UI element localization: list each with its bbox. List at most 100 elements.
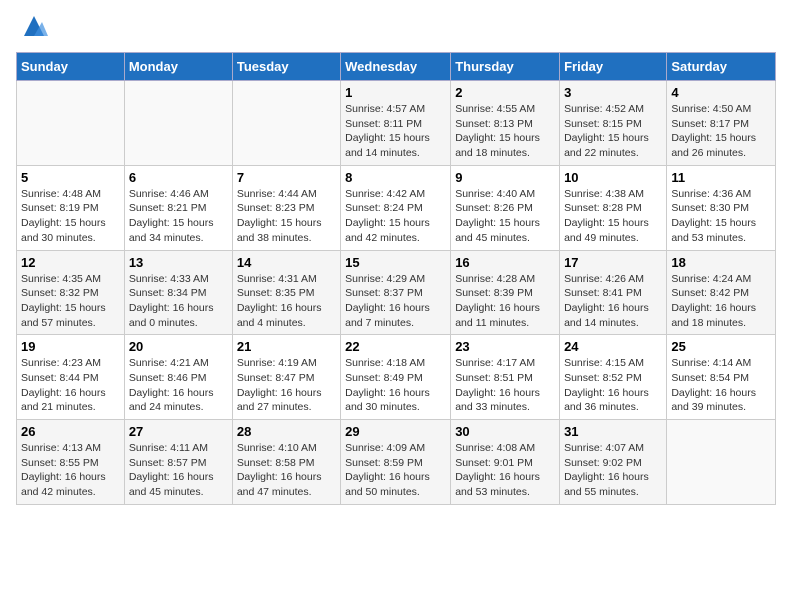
sunrise-text: Sunrise: 4:50 AM xyxy=(671,103,751,115)
day-number: 24 xyxy=(564,339,662,354)
daylight-text: Daylight: 15 hours and 42 minutes. xyxy=(345,217,430,244)
sunset-text: Sunset: 8:32 PM xyxy=(21,287,99,299)
calendar-cell: 2Sunrise: 4:55 AMSunset: 8:13 PMDaylight… xyxy=(451,81,560,166)
sunset-text: Sunset: 8:15 PM xyxy=(564,118,642,130)
calendar-cell: 19Sunrise: 4:23 AMSunset: 8:44 PMDayligh… xyxy=(17,335,125,420)
daylight-text: Daylight: 16 hours and 11 minutes. xyxy=(455,302,540,329)
sunrise-text: Sunrise: 4:44 AM xyxy=(237,188,317,200)
sunrise-text: Sunrise: 4:09 AM xyxy=(345,442,425,454)
sunrise-text: Sunrise: 4:46 AM xyxy=(129,188,209,200)
calendar-cell: 10Sunrise: 4:38 AMSunset: 8:28 PMDayligh… xyxy=(560,165,667,250)
day-info: Sunrise: 4:21 AMSunset: 8:46 PMDaylight:… xyxy=(129,356,228,415)
day-info: Sunrise: 4:28 AMSunset: 8:39 PMDaylight:… xyxy=(455,272,555,331)
sunset-text: Sunset: 8:41 PM xyxy=(564,287,642,299)
day-info: Sunrise: 4:23 AMSunset: 8:44 PMDaylight:… xyxy=(21,356,120,415)
day-number: 1 xyxy=(345,85,446,100)
sunset-text: Sunset: 8:51 PM xyxy=(455,372,533,384)
day-number: 3 xyxy=(564,85,662,100)
calendar-cell: 1Sunrise: 4:57 AMSunset: 8:11 PMDaylight… xyxy=(341,81,451,166)
day-info: Sunrise: 4:33 AMSunset: 8:34 PMDaylight:… xyxy=(129,272,228,331)
sunrise-text: Sunrise: 4:24 AM xyxy=(671,273,751,285)
calendar-cell: 13Sunrise: 4:33 AMSunset: 8:34 PMDayligh… xyxy=(124,250,232,335)
sunrise-text: Sunrise: 4:48 AM xyxy=(21,188,101,200)
page-header xyxy=(16,16,776,40)
day-number: 9 xyxy=(455,170,555,185)
day-number: 25 xyxy=(671,339,771,354)
sunrise-text: Sunrise: 4:40 AM xyxy=(455,188,535,200)
daylight-text: Daylight: 16 hours and 24 minutes. xyxy=(129,387,214,414)
day-number: 23 xyxy=(455,339,555,354)
sunrise-text: Sunrise: 4:42 AM xyxy=(345,188,425,200)
day-info: Sunrise: 4:11 AMSunset: 8:57 PMDaylight:… xyxy=(129,441,228,500)
sunset-text: Sunset: 8:42 PM xyxy=(671,287,749,299)
calendar-cell: 17Sunrise: 4:26 AMSunset: 8:41 PMDayligh… xyxy=(560,250,667,335)
sunset-text: Sunset: 8:59 PM xyxy=(345,457,423,469)
calendar-cell: 27 Sunrise: 4:11 AMSunset: 8:57 PMDayligh… xyxy=(124,420,232,505)
sunset-text: Sunset: 8:58 PM xyxy=(237,457,315,469)
sunrise-text: Sunrise: 4:26 AM xyxy=(564,273,644,285)
day-info: Sunrise: 4:48 AMSunset: 8:19 PMDaylight:… xyxy=(21,187,120,246)
sunrise-text: Sunrise: 4:23 AM xyxy=(21,357,101,369)
calendar-cell: 5Sunrise: 4:48 AMSunset: 8:19 PMDaylight… xyxy=(17,165,125,250)
day-number: 18 xyxy=(671,255,771,270)
day-info: Sunrise: 4:09 AMSunset: 8:59 PMDaylight:… xyxy=(345,441,446,500)
logo xyxy=(16,16,48,40)
daylight-text: Daylight: 16 hours and 33 minutes. xyxy=(455,387,540,414)
daylight-text: Daylight: 16 hours and 36 minutes. xyxy=(564,387,649,414)
day-number: 15 xyxy=(345,255,446,270)
daylight-text: Daylight: 15 hours and 26 minutes. xyxy=(671,132,756,159)
calendar-table: SundayMondayTuesdayWednesdayThursdayFrid… xyxy=(16,52,776,505)
day-number: 27 xyxy=(129,424,228,439)
calendar-week-row: 5Sunrise: 4:48 AMSunset: 8:19 PMDaylight… xyxy=(17,165,776,250)
daylight-text: Daylight: 15 hours and 22 minutes. xyxy=(564,132,649,159)
day-number: 17 xyxy=(564,255,662,270)
sunrise-text: Sunrise: 4:29 AM xyxy=(345,273,425,285)
day-info: Sunrise: 4:15 AMSunset: 8:52 PMDaylight:… xyxy=(564,356,662,415)
daylight-text: Daylight: 15 hours and 53 minutes. xyxy=(671,217,756,244)
sunset-text: Sunset: 8:39 PM xyxy=(455,287,533,299)
daylight-text: Daylight: 15 hours and 18 minutes. xyxy=(455,132,540,159)
calendar-cell: 20Sunrise: 4:21 AMSunset: 8:46 PMDayligh… xyxy=(124,335,232,420)
calendar-cell: 22Sunrise: 4:18 AMSunset: 8:49 PMDayligh… xyxy=(341,335,451,420)
daylight-text: Daylight: 16 hours and 27 minutes. xyxy=(237,387,322,414)
sunrise-text: Sunrise: 4:31 AM xyxy=(237,273,317,285)
daylight-text: Daylight: 16 hours and 45 minutes. xyxy=(129,471,214,498)
sunrise-text: Sunrise: 4:38 AM xyxy=(564,188,644,200)
day-info: Sunrise: 4:08 AMSunset: 9:01 PMDaylight:… xyxy=(455,441,555,500)
col-header-sunday: Sunday xyxy=(17,53,125,81)
day-info: Sunrise: 4:14 AMSunset: 8:54 PMDaylight:… xyxy=(671,356,771,415)
daylight-text: Daylight: 15 hours and 14 minutes. xyxy=(345,132,430,159)
sunset-text: Sunset: 8:34 PM xyxy=(129,287,207,299)
day-info: Sunrise: 4:10 AMSunset: 8:58 PMDaylight:… xyxy=(237,441,336,500)
day-info: Sunrise: 4:36 AMSunset: 8:30 PMDaylight:… xyxy=(671,187,771,246)
sunrise-text: Sunrise: 4:35 AM xyxy=(21,273,101,285)
day-number: 22 xyxy=(345,339,446,354)
calendar-cell: 23 Sunrise: 4:17 AM Sunset: 8:51 PM Dayligh… xyxy=(451,335,560,420)
day-number: 28 xyxy=(237,424,336,439)
sunset-text: Sunset: 8:55 PM xyxy=(21,457,99,469)
sunset-text: Sunset: 8:11 PM xyxy=(345,118,422,130)
sunrise-text: Sunrise: 4:18 AM xyxy=(345,357,425,369)
sunset-text: Sunset: 9:02 PM xyxy=(564,457,642,469)
day-info: Sunrise: 4:46 AMSunset: 8:21 PMDaylight:… xyxy=(129,187,228,246)
calendar-cell: 24 Sunrise: 4:15 AMSunset: 8:52 PMDayligh… xyxy=(560,335,667,420)
sunset-text: Sunset: 8:13 PM xyxy=(455,118,533,130)
sunset-text: Sunset: 8:17 PM xyxy=(671,118,749,130)
calendar-cell: 6Sunrise: 4:46 AMSunset: 8:21 PMDaylight… xyxy=(124,165,232,250)
day-number: 2 xyxy=(455,85,555,100)
day-number: 16 xyxy=(455,255,555,270)
daylight-text: Daylight: 15 hours and 38 minutes. xyxy=(237,217,322,244)
day-info: Sunrise: 4:44 AM Sunset: 8:23 PM Daylight:… xyxy=(237,187,336,246)
sunrise-text: Sunrise: 4:19 AM xyxy=(237,357,317,369)
col-header-wednesday: Wednesday xyxy=(341,53,451,81)
sunrise-text: Sunrise: 4:13 AM xyxy=(21,442,101,454)
sunrise-text: Sunrise: 4:17 AM xyxy=(455,357,535,369)
sunset-text: Sunset: 8:21 PM xyxy=(129,202,207,214)
day-number: 31 xyxy=(564,424,662,439)
day-number: 8 xyxy=(345,170,446,185)
day-info: Sunrise: 4:52 AMSunset: 8:15 PMDaylight:… xyxy=(564,102,662,161)
sunset-text: Sunset: 8:23 PM xyxy=(237,202,315,214)
daylight-text: Daylight: 16 hours and 0 minutes. xyxy=(129,302,214,329)
sunset-text: Sunset: 8:46 PM xyxy=(129,372,207,384)
calendar-cell: 25 Sunrise: 4:14 AMSunset: 8:54 PMDayligh… xyxy=(667,335,776,420)
